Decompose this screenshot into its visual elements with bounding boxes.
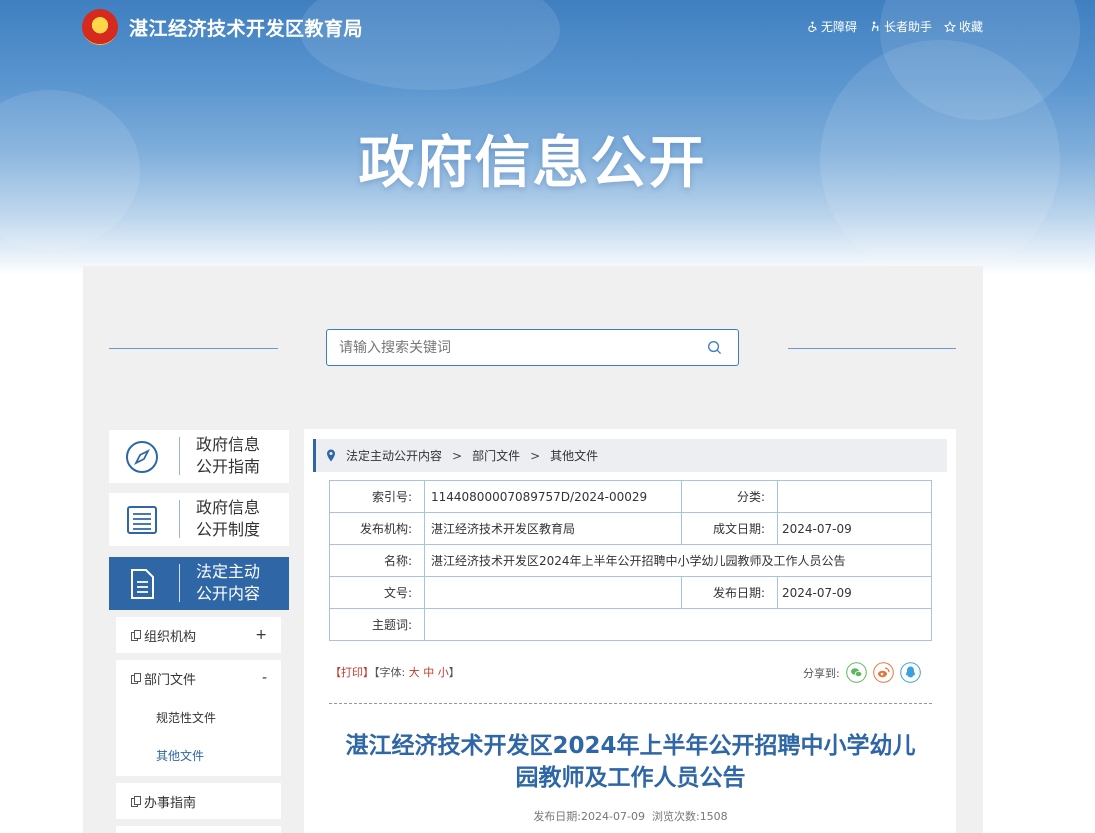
view-count: 1508: [699, 810, 728, 823]
copy-icon: [131, 629, 141, 641]
article-tools: 【打印】【字体: 大 中 小】: [330, 666, 460, 679]
chevron-right-icon: >: [452, 448, 463, 463]
collapse-toggle[interactable]: -: [262, 670, 267, 686]
name-label: 名称:: [329, 544, 425, 577]
table-row: 文号: 发布日期: 2024-07-09: [329, 576, 932, 609]
table-row: 索引号: 11440800007089757D/2024-00029 分类:: [329, 480, 932, 513]
index-value: 11440800007089757D/2024-00029: [424, 480, 682, 513]
tree-group-next: [116, 826, 281, 833]
breadcrumb-item[interactable]: 部门文件: [472, 447, 520, 464]
sidebar-item-statutory-content[interactable]: 法定主动 公开内容: [109, 557, 289, 610]
wheelchair-icon: [808, 21, 817, 32]
national-emblem-icon: [82, 9, 118, 45]
sidebar-separator: [179, 437, 180, 475]
star-icon: [943, 20, 956, 32]
created-date-value: 2024-07-09: [777, 512, 932, 545]
tree-item-department-docs[interactable]: 部门文件 -: [116, 660, 281, 696]
divider: [329, 703, 932, 704]
category-label: 分类:: [681, 480, 778, 513]
keywords-value: [424, 608, 932, 641]
sidebar-item-guide[interactable]: 政府信息 公开指南: [109, 430, 289, 483]
copy-icon: [131, 795, 141, 807]
article-title: 湛江经济技术开发区2024年上半年公开招聘中小学幼儿 园教师及工作人员公告: [345, 733, 916, 791]
article-meta: 发布日期:2024-07-09 浏览次数:1508: [533, 810, 728, 823]
accessibility-link[interactable]: 无障碍: [807, 18, 857, 35]
list-icon: [127, 506, 157, 534]
tree-group-organization: 组织机构 +: [116, 617, 281, 653]
share-bar: 分享到:: [803, 662, 921, 683]
table-row: 主题词:: [329, 608, 932, 641]
elder-icon: [871, 21, 879, 32]
wechat-icon[interactable]: [845, 662, 867, 683]
created-date-label: 成文日期:: [681, 512, 778, 545]
search-input[interactable]: [327, 330, 687, 365]
category-value: [777, 480, 932, 513]
qq-icon[interactable]: [899, 662, 921, 683]
tree-item-service-guide[interactable]: 办事指南: [116, 783, 281, 819]
copy-icon: [131, 672, 141, 684]
expand-toggle[interactable]: +: [255, 627, 267, 643]
table-row: 名称: 湛江经济技术开发区2024年上半年公开招聘中小学幼儿园教师及工作人员公告: [329, 544, 932, 577]
banner: 湛江经济技术开发区教育局 无障碍 长者助手 收藏 政府信息公开: [0, 0, 1095, 275]
publish-date-label: 发布日期:: [681, 576, 778, 609]
tree-subitem-other-docs[interactable]: 其他文件: [116, 740, 281, 776]
font-small-button[interactable]: 小: [438, 666, 449, 679]
tree-subitem-normative-docs[interactable]: 规范性文件: [116, 696, 281, 740]
share-label: 分享到:: [803, 666, 840, 680]
font-size-label: 【字体:: [374, 666, 406, 679]
publish-date-value: 2024-07-09: [777, 576, 932, 609]
sidebar-item-label: 法定主动 公开内容: [196, 562, 261, 603]
top-bar: 湛江经济技术开发区教育局 无障碍 长者助手 收藏: [0, 0, 1095, 56]
publisher-label: 发布机构:: [329, 512, 425, 545]
search-icon[interactable]: [707, 340, 722, 355]
compass-icon: [126, 441, 158, 473]
keywords-label: 主题词:: [329, 608, 425, 641]
breadcrumb: 法定主动公开内容 > 部门文件 > 其他文件: [313, 439, 947, 472]
table-row: 发布机构: 湛江经济技术开发区教育局 成文日期: 2024-07-09: [329, 512, 932, 545]
sidebar-item-system[interactable]: 政府信息 公开制度: [109, 493, 289, 546]
top-links: 无障碍 长者助手 收藏: [807, 18, 983, 35]
print-button[interactable]: 【打印】: [330, 666, 374, 679]
weibo-icon[interactable]: [872, 662, 894, 683]
search-box: [326, 329, 739, 366]
publisher-value: 湛江经济技术开发区教育局: [424, 512, 682, 545]
breadcrumb-item[interactable]: 法定主动公开内容: [346, 447, 442, 464]
location-pin-icon: [327, 449, 335, 462]
document-meta-table: 索引号: 11440800007089757D/2024-00029 分类: 发…: [329, 480, 932, 641]
favorite-link[interactable]: 收藏: [943, 18, 983, 35]
site-title[interactable]: 湛江经济技术开发区教育局: [129, 14, 363, 41]
sidebar-item-label: 政府信息 公开指南: [196, 435, 261, 476]
divider-right: [788, 348, 956, 349]
doc-number-label: 文号:: [329, 576, 425, 609]
banner-title: 政府信息公开: [358, 131, 707, 196]
divider-left: [109, 348, 278, 349]
tree-item-organization[interactable]: 组织机构 +: [116, 617, 281, 653]
sidebar-separator: [179, 500, 180, 538]
chevron-right-icon: >: [530, 448, 541, 463]
index-label: 索引号:: [329, 480, 425, 513]
doc-number-value: [424, 576, 682, 609]
font-medium-button[interactable]: 中: [423, 666, 434, 679]
article-date: 2024-07-09: [581, 810, 645, 823]
sidebar-item-label: 政府信息 公开制度: [196, 498, 261, 539]
elder-assistant-link[interactable]: 长者助手: [869, 18, 932, 35]
name-value: 湛江经济技术开发区2024年上半年公开招聘中小学幼儿园教师及工作人员公告: [424, 544, 932, 577]
font-large-button[interactable]: 大: [409, 666, 420, 679]
sidebar-separator: [179, 564, 180, 602]
breadcrumb-item[interactable]: 其他文件: [550, 447, 598, 464]
tree-group-department-docs: 部门文件 - 规范性文件 其他文件: [116, 660, 281, 776]
document-icon: [131, 569, 154, 599]
tree-group-service-guide: 办事指南: [116, 783, 281, 819]
